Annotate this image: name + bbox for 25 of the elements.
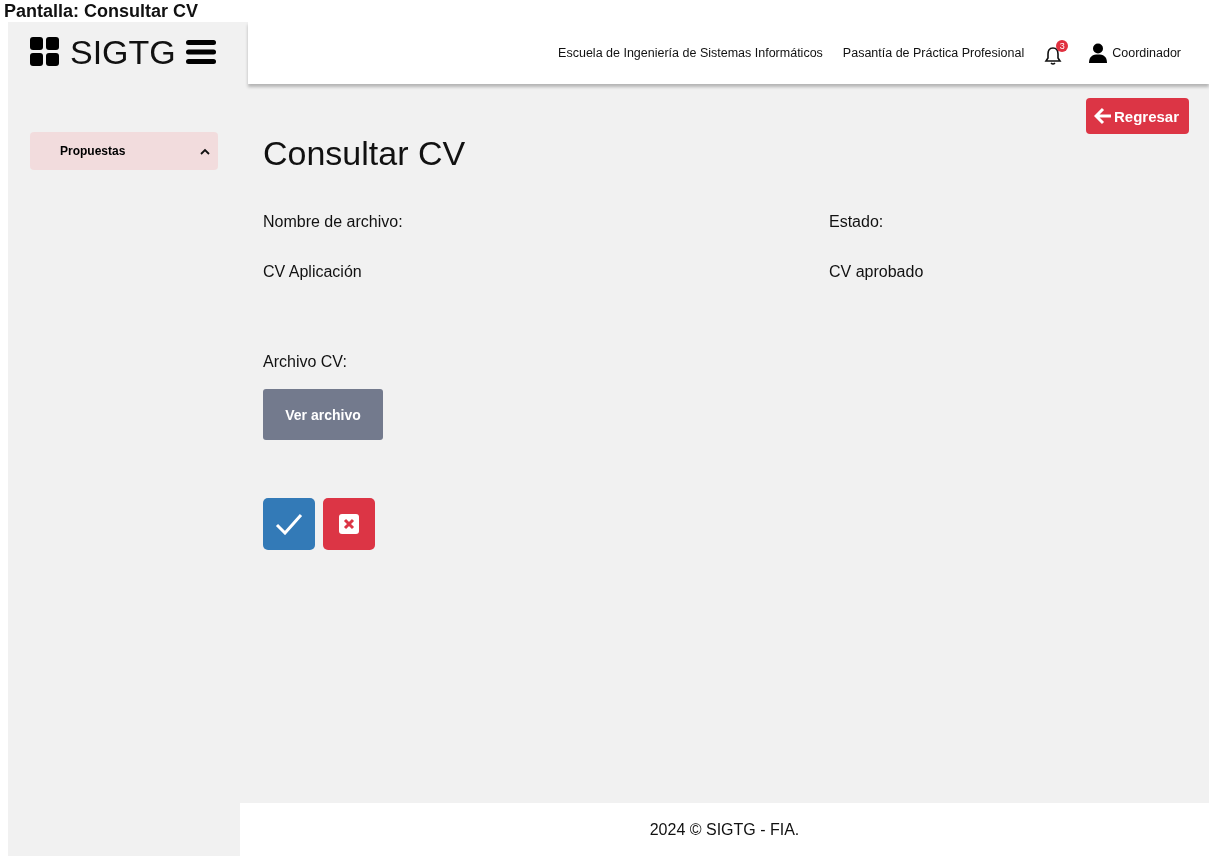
page-title: Consultar CV bbox=[263, 134, 467, 173]
chevron-icon bbox=[200, 147, 210, 155]
footer: 2024 © SIGTG - FIA. bbox=[240, 803, 1209, 856]
user-name[interactable]: Coordinador bbox=[1112, 46, 1181, 60]
nav-link[interactable]: Pasantía de Práctica Profesional bbox=[842, 46, 1025, 60]
field-label: Estado: bbox=[829, 213, 885, 231]
reject-button[interactable] bbox=[323, 498, 375, 550]
approve-button[interactable] bbox=[263, 498, 315, 550]
arrow-left-icon bbox=[1093, 107, 1112, 125]
back-button[interactable]: Regresar bbox=[1085, 98, 1189, 134]
field-value: CV aprobado bbox=[829, 263, 925, 281]
notification-badge: 3 bbox=[1056, 40, 1069, 52]
user-icon bbox=[1088, 43, 1109, 63]
field-label: Archivo CV: bbox=[263, 353, 348, 371]
view-file-button[interactable]: Ver archivo bbox=[263, 389, 383, 440]
menu-icon[interactable] bbox=[185, 40, 216, 64]
grid-icon bbox=[30, 37, 60, 67]
checkmark-icon bbox=[275, 513, 303, 535]
close-icon bbox=[339, 514, 359, 534]
field-value: CV Aplicación bbox=[263, 263, 363, 281]
app-name: SIGTG bbox=[70, 35, 176, 69]
nav-link[interactable]: Escuela de Ingeniería de Sistemas Informáticos bbox=[558, 46, 823, 60]
field-label: Nombre de archivo: bbox=[263, 213, 404, 231]
page-caption: Pantalla: Consultar CV bbox=[3, 0, 200, 22]
sidebar-item[interactable]: Propuestas bbox=[30, 132, 218, 170]
